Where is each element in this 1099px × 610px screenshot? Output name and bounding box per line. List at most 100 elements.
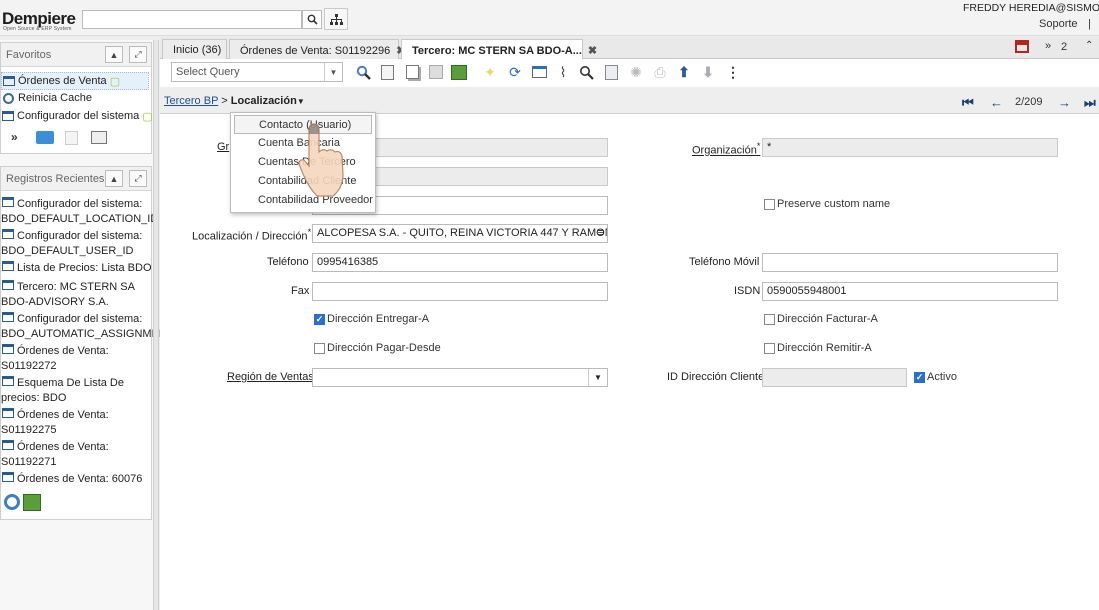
maximize-icon[interactable]: ⌃ — [1085, 40, 1093, 51]
global-search-input[interactable] — [82, 10, 302, 29]
search-icon[interactable] — [302, 10, 322, 29]
checkbox-box[interactable] — [764, 342, 775, 354]
window-icon — [2, 229, 14, 239]
tab-ordenes-venta[interactable]: Órdenes de Venta: S01192296✖ — [229, 39, 405, 59]
activo-checkbox[interactable]: ✓ Activo — [914, 371, 957, 383]
favorites-title: Favoritos — [6, 49, 52, 61]
expand-icon[interactable]: ⤢ — [129, 170, 147, 187]
breadcrumb-separator: > — [221, 95, 228, 107]
caret-down-icon[interactable]: ▼ — [297, 97, 305, 106]
checkmark-icon[interactable]: ✓ — [914, 371, 925, 383]
next-icon[interactable]: → — [1058, 95, 1071, 110]
first-record-icon[interactable]: ⏮ — [962, 95, 974, 111]
new-window-icon[interactable]: ▢ — [110, 75, 120, 88]
chevron-down-icon[interactable]: ▼ — [588, 369, 607, 386]
id-direccion-field[interactable] — [762, 368, 907, 387]
tab-inicio[interactable]: Inicio (36) — [162, 39, 227, 59]
activo-label: Activo — [927, 371, 957, 383]
previous-record-icon[interactable]: ⬆ — [675, 63, 693, 81]
find-icon[interactable] — [354, 63, 372, 81]
save-icon[interactable] — [427, 63, 445, 81]
recent-item[interactable]: Configurador del sistema: BDO_DEFAULT_US… — [1, 229, 153, 259]
next-record-icon[interactable]: ⬇ — [699, 63, 717, 81]
isdn-label: ISDN — [734, 285, 761, 297]
direccion-remitir-checkbox[interactable]: Dirección Remitir-A — [764, 342, 872, 354]
refresh-icon[interactable]: ⟳ — [506, 63, 524, 81]
isdn-field[interactable]: 0590055948001 — [762, 282, 1058, 301]
tab-list-icon[interactable]: » — [1045, 40, 1051, 52]
preserve-custom-name-checkbox[interactable]: Preserve custom name — [764, 198, 890, 210]
collapse-icon[interactable]: ▲ — [105, 46, 123, 63]
checkmark-icon[interactable]: ✓ — [314, 313, 325, 325]
select-query-dropdown[interactable]: Select Query ▼ — [171, 62, 343, 82]
recent-item[interactable]: Tercero: MC STERN SA BDO-ADVISORY S.A. — [1, 280, 153, 310]
window-icon — [2, 376, 14, 386]
telefono-field[interactable]: 0995416385 — [312, 253, 608, 272]
tab-tercero[interactable]: Tercero: MC STERN SA BDO-A... ✖ — [401, 39, 597, 60]
delete-icon[interactable] — [65, 131, 78, 145]
region-ventas-dropdown[interactable]: ▼ — [312, 368, 608, 387]
grid-toggle-icon[interactable] — [530, 63, 548, 81]
undo-icon[interactable]: ✦ — [481, 63, 499, 81]
more-options-icon[interactable]: ⋮ — [724, 63, 742, 81]
sidebar-splitter[interactable] — [153, 40, 159, 610]
recent-item[interactable]: Órdenes de Venta: S01192275 — [1, 408, 153, 438]
favorite-item-ordenes-venta[interactable]: Órdenes de Venta ▢ — [1, 72, 149, 90]
telefono-movil-field[interactable] — [762, 253, 1058, 272]
favorite-label: Órdenes de Venta — [18, 75, 107, 87]
copy-record-icon[interactable] — [403, 63, 421, 81]
direccion-entregar-checkbox[interactable]: ✓ Dirección Entregar-A — [314, 313, 429, 325]
clear-icon[interactable] — [23, 494, 41, 511]
breadcrumb-current[interactable]: Localización — [231, 95, 297, 107]
refresh-icon[interactable] — [4, 494, 20, 510]
chevron-down-icon[interactable]: ▼ — [324, 63, 342, 81]
user-name[interactable]: FREDDY HEREDIA@SISMODE — [963, 2, 1099, 14]
window-icon — [2, 408, 14, 418]
collapse-icon[interactable]: ▲ — [105, 170, 123, 187]
expand-icon[interactable]: ⤢ — [129, 46, 147, 63]
grupo-label[interactable]: Gr — [217, 141, 229, 153]
recent-item[interactable]: Lista de Precios: Lista BDO — [1, 261, 153, 276]
window-list-icon[interactable] — [91, 131, 107, 144]
new-record-icon[interactable] — [378, 63, 396, 81]
breadcrumb-parent[interactable]: Tercero BP — [164, 95, 218, 107]
last-record-icon[interactable]: ⏭ — [1084, 95, 1096, 111]
new-window-icon[interactable]: ▢ — [142, 110, 152, 123]
localizacion-field[interactable]: ALCOPESA S.A. - QUITO, REINA VICTORIA 44… — [312, 224, 608, 243]
delete-record-icon[interactable] — [450, 63, 468, 81]
organizacion-label[interactable]: Organización* — [692, 141, 760, 157]
checkbox-box[interactable] — [764, 198, 775, 210]
recent-item[interactable]: Órdenes de Venta: S01192272 — [1, 344, 153, 374]
recent-label: Órdenes de Venta: S01192271 — [1, 441, 109, 468]
zoom-across-icon[interactable] — [577, 63, 595, 81]
favorite-item-configurador[interactable]: Configurador del sistema ▢ — [1, 107, 153, 125]
region-ventas-label[interactable]: Región de Ventas — [227, 371, 314, 383]
recent-item[interactable]: Configurador del sistema: BDO_DEFAULT_LO… — [1, 197, 158, 227]
location-edit-icon[interactable]: ≡ — [598, 227, 604, 239]
checkbox-box[interactable] — [764, 313, 775, 325]
tab-label: Órdenes de Venta: S01192296 — [240, 45, 391, 57]
fax-field[interactable] — [312, 282, 608, 301]
recent-item[interactable]: Esquema De Lista De precios: BDO — [1, 376, 153, 406]
support-link[interactable]: Soporte — [1039, 18, 1078, 30]
expand-all-icon[interactable]: » — [11, 130, 18, 144]
facturar-label: Dirección Facturar-A — [777, 313, 878, 325]
home-icon[interactable] — [1015, 40, 1029, 53]
recent-item[interactable]: Órdenes de Venta: S01192271 — [1, 440, 153, 470]
attachment-icon[interactable]: ⌇ — [554, 63, 572, 81]
recent-label: Lista de Precios: Lista BDO — [17, 262, 152, 274]
close-icon[interactable]: ✖ — [588, 45, 597, 57]
direccion-pagar-checkbox[interactable]: Dirección Pagar-Desde — [314, 342, 441, 354]
sitemap-icon[interactable] — [324, 8, 348, 30]
previous-icon[interactable]: ← — [990, 95, 1003, 110]
direccion-facturar-checkbox[interactable]: Dirección Facturar-A — [764, 313, 878, 325]
recent-item[interactable]: Configurador del sistema: BDO_AUTOMATIC_… — [1, 312, 174, 342]
report-icon[interactable] — [602, 63, 620, 81]
print-icon[interactable]: ⎙ — [651, 63, 669, 81]
favorite-item-reinicia-cache[interactable]: Reinicia Cache — [1, 89, 92, 107]
add-folder-icon[interactable] — [36, 131, 54, 144]
checkbox-box[interactable] — [314, 342, 325, 354]
recent-item[interactable]: Órdenes de Venta: 60076 — [1, 472, 153, 487]
organizacion-field[interactable]: * — [762, 138, 1058, 157]
process-icon[interactable]: ✺ — [627, 63, 645, 81]
